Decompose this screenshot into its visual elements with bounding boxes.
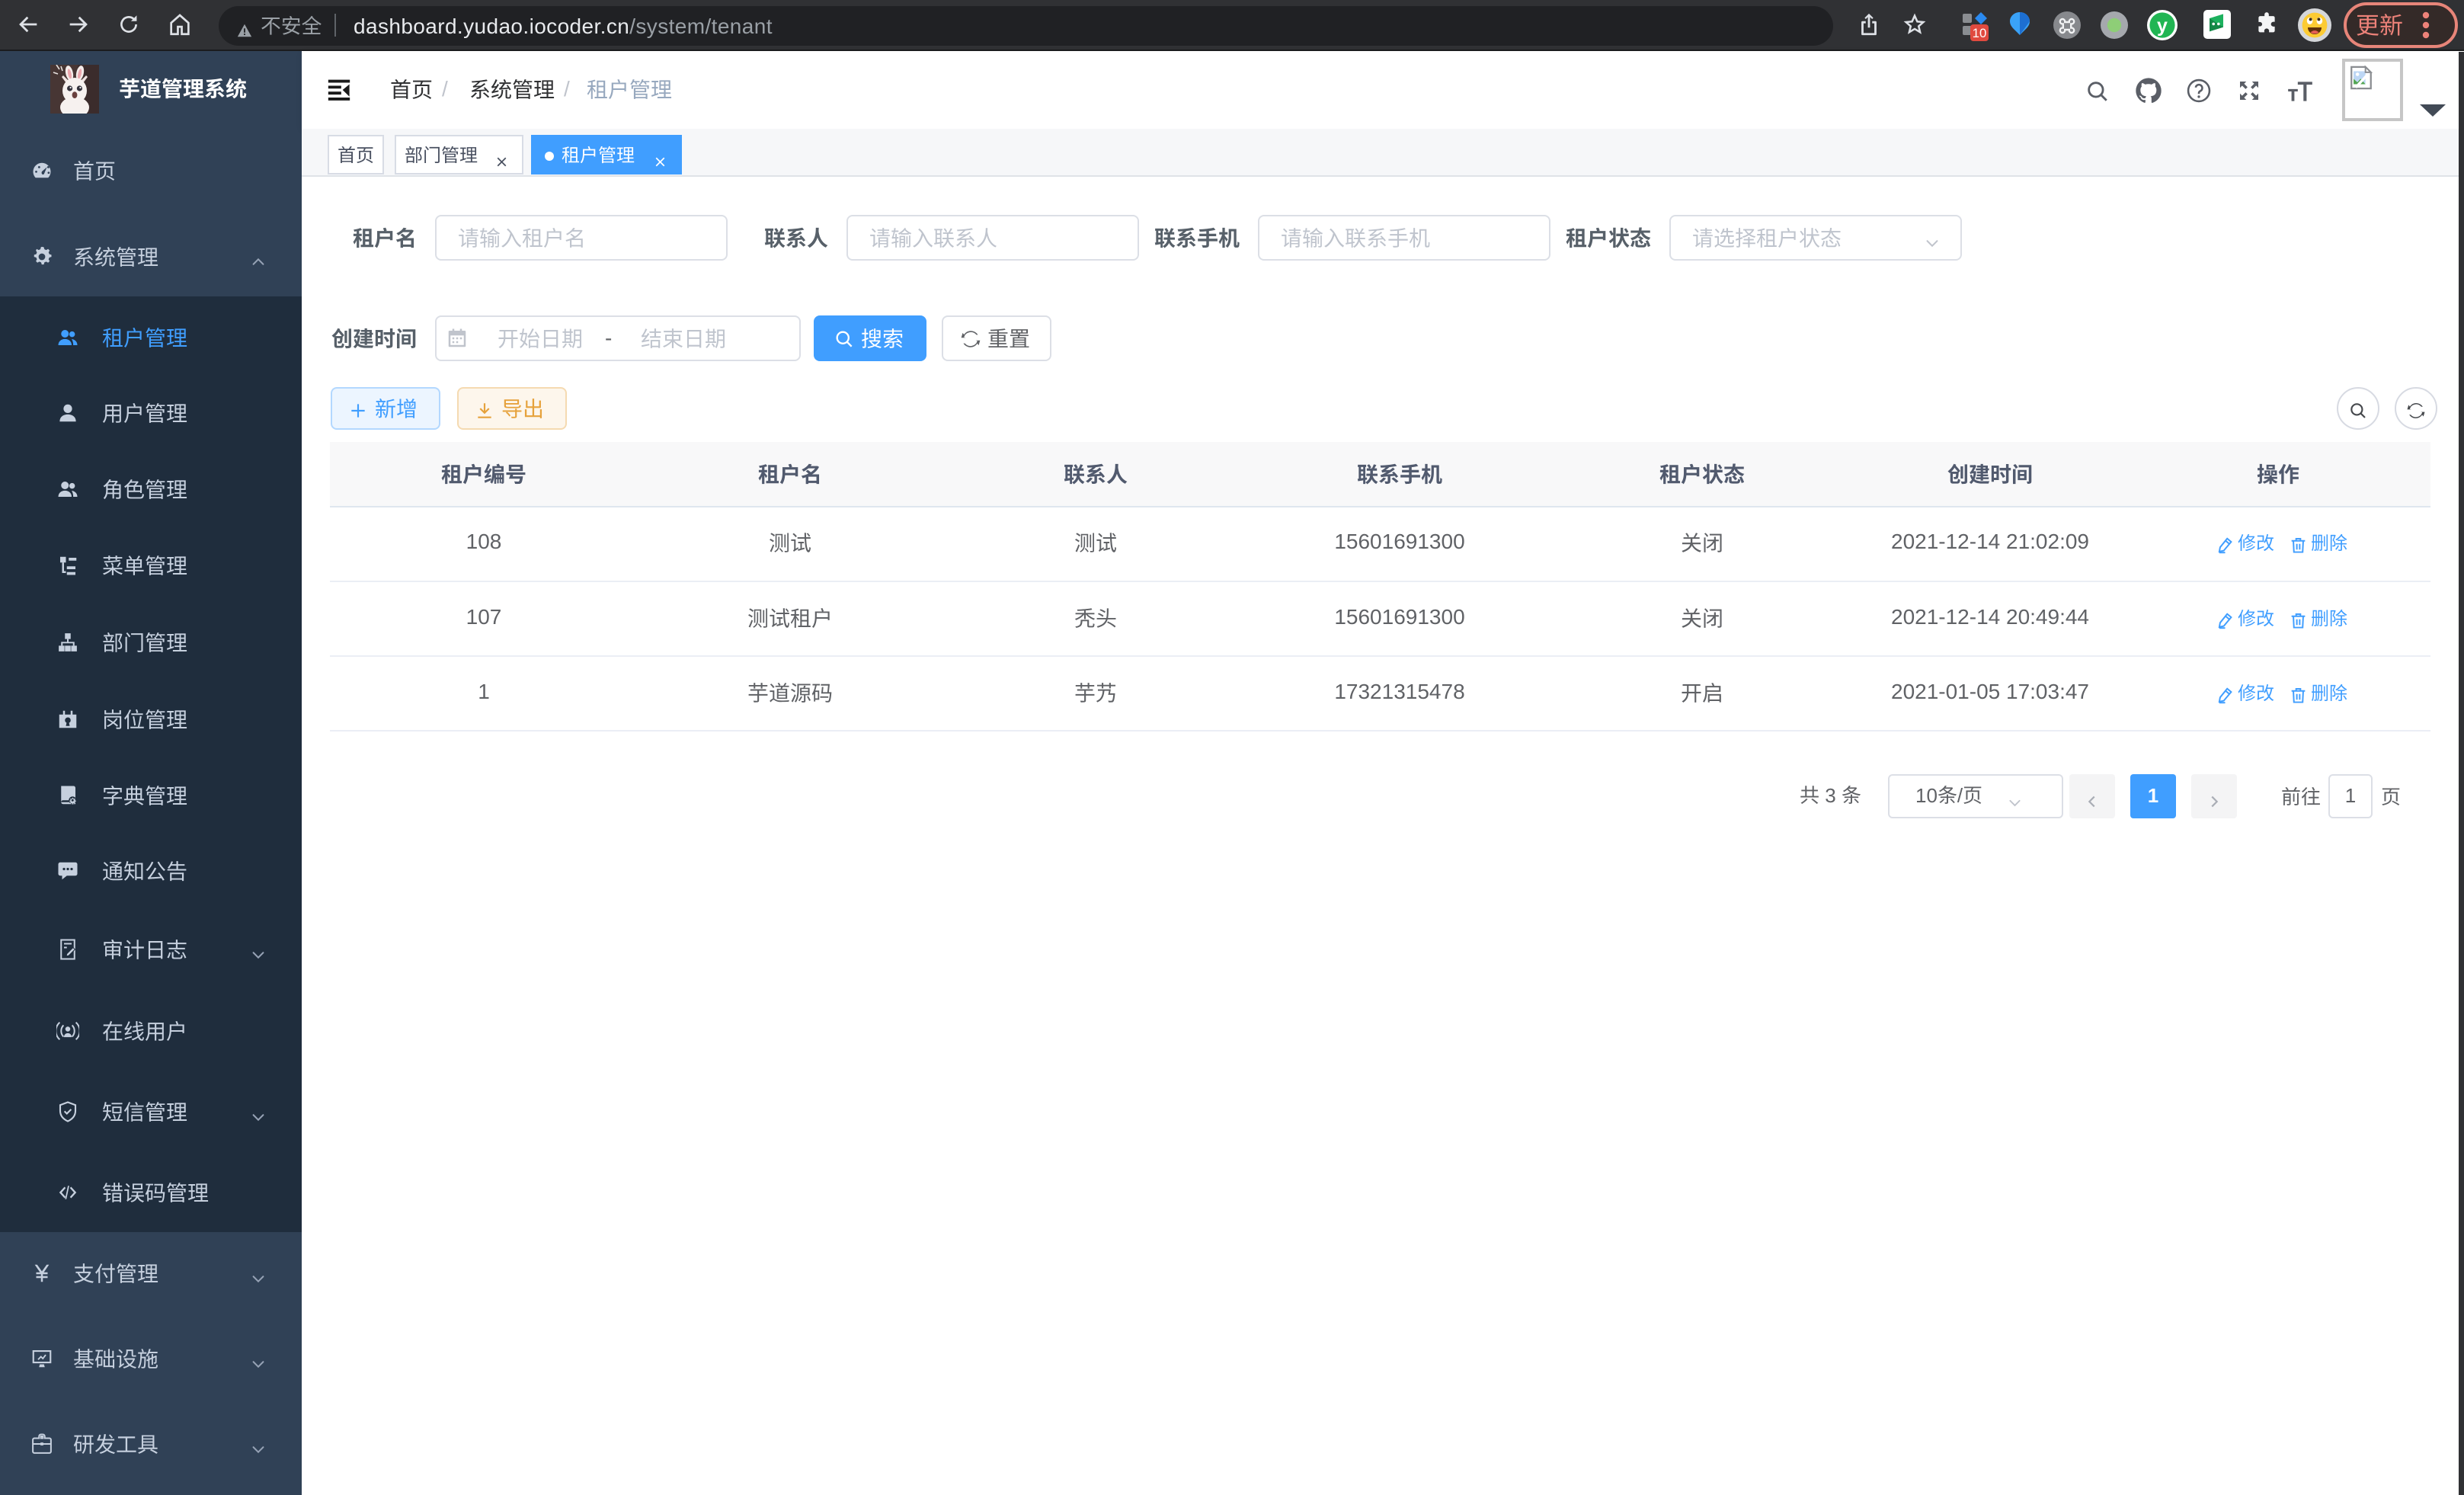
svg-text:y: y	[2157, 15, 2168, 37]
svg-text:10: 10	[1973, 26, 1987, 40]
